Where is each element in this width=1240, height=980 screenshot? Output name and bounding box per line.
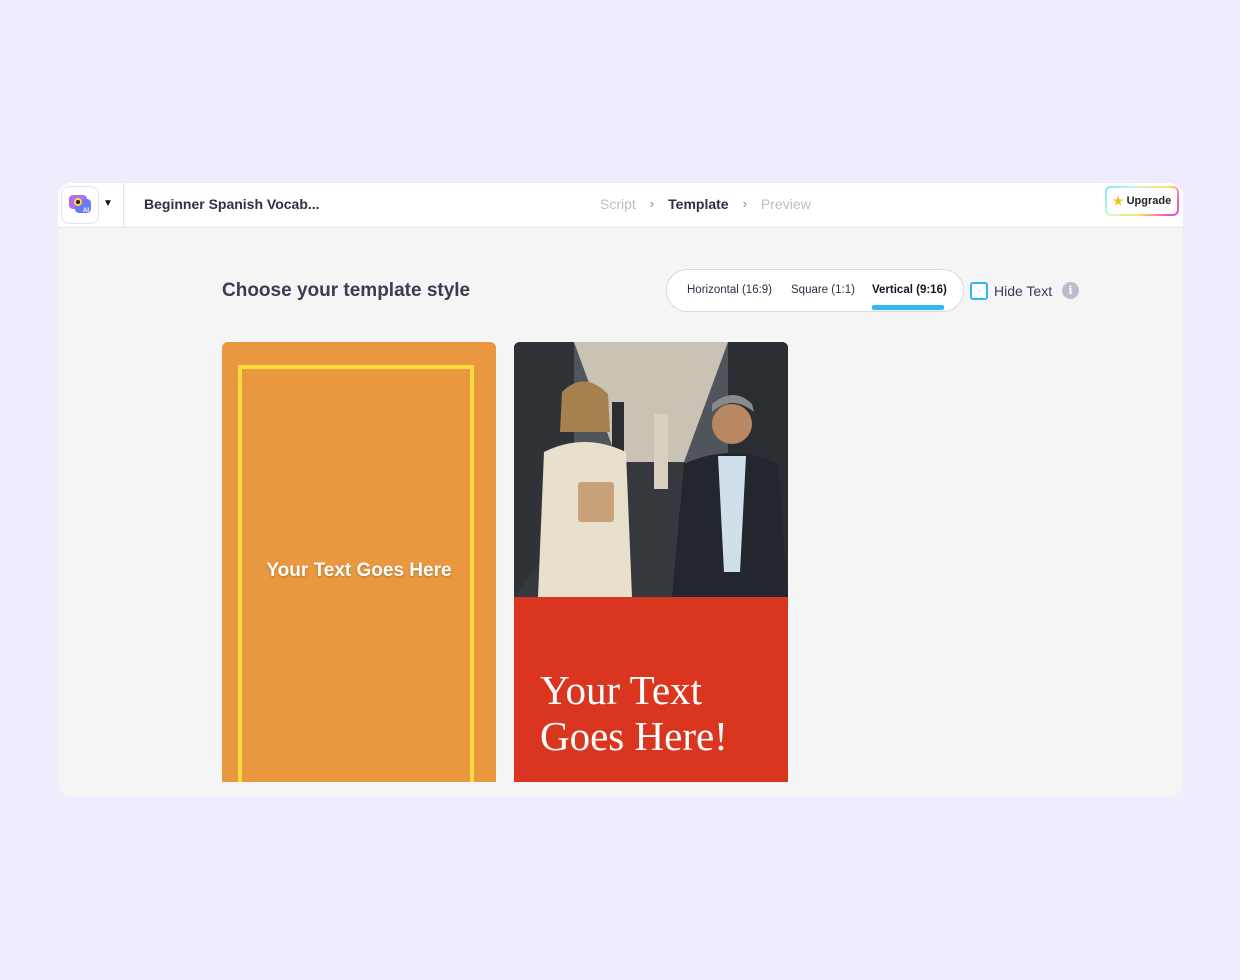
template-card-orange[interactable]: Your Text Goes Here	[222, 342, 496, 782]
tab-horizontal[interactable]: Horizontal (16:9)	[687, 270, 772, 311]
tab-square[interactable]: Square (1:1)	[791, 270, 855, 311]
aspect-ratio-tabs: Horizontal (16:9) Square (1:1) Vertical …	[666, 269, 964, 312]
hide-text-checkbox[interactable]	[970, 282, 988, 300]
ai-video-app-logo-icon: AI	[69, 195, 91, 214]
upgrade-button[interactable]: ★ Upgrade	[1105, 186, 1179, 216]
hide-text-label[interactable]: Hide Text	[994, 282, 1052, 300]
office-people-photo	[514, 342, 788, 597]
chevron-down-icon[interactable]: ▼	[102, 197, 114, 211]
topbar-divider	[123, 183, 124, 227]
chevron-right-icon: ›	[742, 196, 747, 211]
chevron-right-icon: ›	[649, 196, 655, 211]
template-placeholder-text: Your Text Goes Here!	[540, 667, 728, 759]
template-text-panel: Your Text Goes Here!	[514, 597, 788, 782]
active-tab-indicator	[872, 305, 944, 310]
project-title[interactable]: Beginner Spanish Vocab...	[144, 195, 320, 213]
page-heading: Choose your template style	[222, 280, 471, 301]
info-icon[interactable]: i	[1062, 282, 1079, 299]
template-card-photo[interactable]: Your Text Goes Here!	[514, 342, 788, 782]
step-template[interactable]: Template	[668, 194, 728, 214]
template-placeholder-text: Your Text Goes Here	[266, 560, 452, 581]
step-breadcrumb: Script › Template › Preview	[600, 194, 811, 214]
step-script[interactable]: Script	[600, 194, 636, 214]
top-bar: AI ▼ Beginner Spanish Vocab... Script › …	[58, 183, 1183, 228]
star-icon: ★	[1112, 194, 1124, 208]
app-window: AI ▼ Beginner Spanish Vocab... Script › …	[58, 183, 1183, 797]
svg-text:AI: AI	[83, 208, 89, 214]
upgrade-label: Upgrade	[1126, 195, 1172, 207]
template-photo	[514, 342, 788, 597]
step-preview[interactable]: Preview	[761, 194, 811, 214]
app-logo-button[interactable]: AI	[61, 186, 99, 224]
